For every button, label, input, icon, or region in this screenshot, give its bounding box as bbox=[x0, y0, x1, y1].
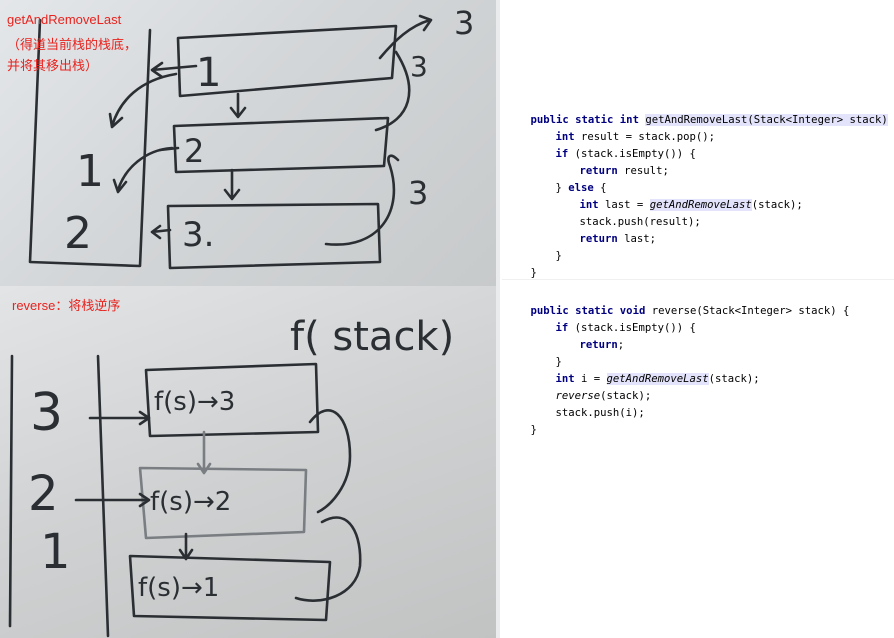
return-label-1: 3 bbox=[454, 4, 474, 42]
stack-label-2: 2 bbox=[28, 466, 59, 522]
code-line: stack.push(i); bbox=[530, 388, 645, 419]
code-text: (stack); bbox=[751, 199, 803, 211]
caption-title-top: getAndRemoveLast bbox=[7, 12, 122, 27]
code-line: if (stack.isEmpty()) { bbox=[530, 129, 696, 160]
frame-label-1: 1 bbox=[196, 50, 221, 96]
arrow-down-1 bbox=[196, 430, 212, 475]
arrow-right-2 bbox=[74, 492, 151, 508]
code-text: } bbox=[530, 267, 537, 279]
code-line: int i = getAndRemoveLast(stack); bbox=[530, 354, 760, 385]
caption-line-2: （得道当前栈的栈底， bbox=[7, 37, 138, 52]
frame-label-2: f(s)→2 bbox=[150, 487, 231, 517]
curve-arrow-1 bbox=[108, 72, 178, 129]
whiteboard-photo-reverse: f( stack) 3 2 1 f(s)→3 f(s)→2 f(s)→1 rev… bbox=[0, 286, 500, 638]
reverse-heading: f( stack) bbox=[290, 314, 454, 360]
code-text: last; bbox=[617, 233, 657, 245]
code-line: } bbox=[505, 405, 537, 436]
code-text: { bbox=[888, 114, 894, 126]
code-text: stack.push(i); bbox=[555, 407, 645, 419]
code-line: int last = getAndRemoveLast(stack); bbox=[554, 180, 803, 211]
code-keyword: return bbox=[579, 233, 618, 245]
whiteboard-photo-get-and-remove-last: 1 2 3. 1 2 3 3 3 getAndRemoveLast （得道当前栈… bbox=[0, 0, 500, 286]
code-text: } bbox=[530, 424, 537, 436]
frame-label-1: f(s)→3 bbox=[154, 387, 235, 417]
divider bbox=[502, 279, 894, 280]
code-params: (Stack<Integer> stack) bbox=[747, 114, 888, 126]
photo-edge bbox=[496, 0, 500, 638]
code-line: stack.push(result); bbox=[554, 197, 701, 228]
code-line: reverse(stack); bbox=[530, 371, 652, 402]
code-line: } bbox=[530, 337, 562, 368]
code-block-get-and-remove-last: public static int getAndRemoveLast(Stack… bbox=[505, 95, 894, 279]
stack-label-3: 1 bbox=[40, 524, 71, 580]
code-text: result; bbox=[617, 165, 669, 177]
frame-label-3: 3. bbox=[182, 215, 214, 255]
frame-label-2: 2 bbox=[184, 132, 204, 170]
arrow-down-2 bbox=[223, 168, 241, 201]
code-line: } else { bbox=[530, 163, 607, 194]
stack-label-1: 3 bbox=[30, 383, 63, 443]
return-label-2: 3 bbox=[410, 50, 428, 83]
return-arrow-3 bbox=[324, 154, 400, 246]
code-text: (stack); bbox=[708, 373, 760, 385]
code-line: } bbox=[530, 231, 562, 262]
code-line: return last; bbox=[554, 214, 657, 245]
caption-line-3: 并将其移出栈） bbox=[7, 58, 99, 73]
stack-label-2: 2 bbox=[64, 208, 92, 259]
caption-title-bottom: reverse：将栈逆序 bbox=[12, 298, 121, 313]
code-line: if (stack.isEmpty()) { bbox=[530, 303, 696, 334]
stack-label-1: 1 bbox=[76, 146, 104, 197]
code-line: } bbox=[505, 248, 537, 279]
code-line: public static int getAndRemoveLast(Stack… bbox=[505, 95, 894, 126]
code-keyword: return bbox=[579, 339, 618, 351]
code-block-reverse: public static void reverse(Stack<Integer… bbox=[505, 286, 891, 436]
arrow-down-1 bbox=[229, 92, 247, 119]
code-line: return result; bbox=[554, 146, 669, 177]
code-text: } bbox=[555, 250, 562, 262]
return-label-3: 3 bbox=[408, 174, 428, 212]
arrow-left-3 bbox=[150, 224, 172, 240]
code-line: int result = stack.pop(); bbox=[530, 112, 715, 143]
frame-label-3: f(s)→1 bbox=[138, 573, 219, 603]
code-line: return; bbox=[554, 320, 625, 351]
frame-box-2 bbox=[172, 116, 390, 174]
code-line: public static void reverse(Stack<Integer… bbox=[505, 286, 850, 317]
whiteboard-drawing-bottom: f( stack) 3 2 1 f(s)→3 f(s)→2 f(s)→1 bbox=[8, 314, 454, 638]
loop-arrow-1 bbox=[308, 409, 352, 514]
code-text: ; bbox=[617, 339, 625, 351]
